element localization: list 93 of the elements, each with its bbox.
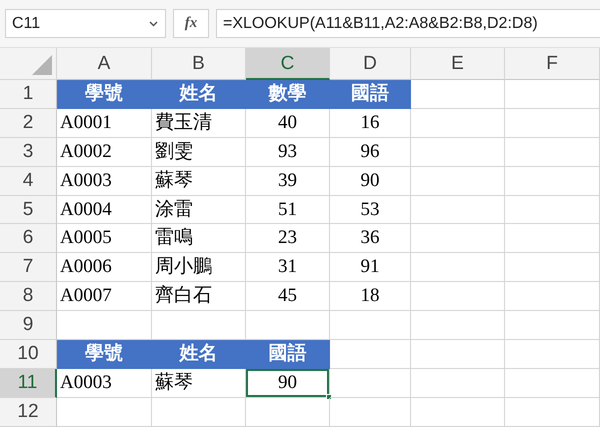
header-cell[interactable]: 學號 xyxy=(57,340,152,369)
table-cell[interactable] xyxy=(505,224,600,254)
row-header[interactable]: 6 xyxy=(0,224,57,254)
table-cell[interactable]: A0001 xyxy=(57,108,152,138)
column-header[interactable]: E xyxy=(411,48,505,80)
row-header[interactable]: 10 xyxy=(0,340,57,369)
table-cell[interactable] xyxy=(505,253,600,282)
table-cell[interactable]: A0003 xyxy=(57,166,152,196)
table-cell[interactable] xyxy=(505,340,600,369)
table-cell[interactable]: 16 xyxy=(330,108,411,138)
table-cell[interactable]: 91 xyxy=(330,253,411,282)
table-cell[interactable]: 雷鳴 xyxy=(152,224,246,254)
table-cell[interactable] xyxy=(505,368,600,398)
table-cell[interactable] xyxy=(505,80,600,109)
header-cell[interactable]: 學號 xyxy=(57,80,152,109)
table-cell[interactable] xyxy=(57,398,152,427)
table-cell[interactable] xyxy=(505,138,600,167)
row-header[interactable]: 4 xyxy=(0,166,57,196)
table-cell[interactable]: A0004 xyxy=(57,196,152,224)
insert-function-button[interactable]: fx xyxy=(173,9,209,38)
table-cell[interactable] xyxy=(411,138,505,167)
table-cell[interactable]: A0007 xyxy=(57,282,152,312)
column-header[interactable]: A xyxy=(57,48,152,80)
formula-bar[interactable]: =XLOOKUP(A11&B11,A2:A8&B2:B8,D2:D8) xyxy=(216,9,600,38)
table-cell[interactable]: 周小鵬 xyxy=(152,253,246,282)
table-cell[interactable] xyxy=(330,340,411,369)
table-cell[interactable]: 39 xyxy=(246,166,330,196)
table-cell[interactable]: 費玉清 xyxy=(152,108,246,138)
table-cell[interactable]: 90 xyxy=(246,368,330,398)
row-header[interactable]: 9 xyxy=(0,311,57,340)
table-cell[interactable]: 涂雷 xyxy=(152,196,246,224)
table-cell[interactable]: 36 xyxy=(330,224,411,254)
table-cell[interactable]: A0003 xyxy=(57,368,152,398)
column-header[interactable]: D xyxy=(330,48,411,80)
table-cell[interactable] xyxy=(411,340,505,369)
table-cell[interactable] xyxy=(411,166,505,196)
table-cell[interactable] xyxy=(505,166,600,196)
header-cell[interactable]: 姓名 xyxy=(152,340,246,369)
dropdown-caret-icon[interactable] xyxy=(149,21,158,27)
table-cell[interactable]: 93 xyxy=(246,138,330,167)
table-cell[interactable] xyxy=(411,196,505,224)
table-cell[interactable] xyxy=(411,253,505,282)
header-cell[interactable]: 數學 xyxy=(246,80,330,109)
column-header[interactable]: C xyxy=(246,48,330,80)
table-cell[interactable]: 53 xyxy=(330,196,411,224)
table-cell[interactable]: 40 xyxy=(246,108,330,138)
row-header[interactable]: 5 xyxy=(0,196,57,224)
table-cell[interactable]: A0006 xyxy=(57,253,152,282)
table-cell[interactable] xyxy=(411,398,505,427)
table-cell[interactable] xyxy=(246,398,330,427)
table-cell[interactable] xyxy=(505,311,600,340)
row-header[interactable]: 3 xyxy=(0,138,57,167)
table-cell[interactable] xyxy=(411,368,505,398)
table-cell[interactable] xyxy=(330,311,411,340)
table-cell[interactable] xyxy=(411,311,505,340)
table-cell[interactable]: 蘇琴 xyxy=(152,166,246,196)
table-cell[interactable]: 90 xyxy=(330,166,411,196)
table-cell[interactable] xyxy=(411,80,505,109)
select-all-triangle-icon[interactable] xyxy=(32,55,52,75)
row-header[interactable]: 7 xyxy=(0,253,57,282)
table-cell[interactable]: A0002 xyxy=(57,138,152,167)
name-box[interactable]: C11 xyxy=(5,9,166,38)
row-header[interactable]: 12 xyxy=(0,398,57,427)
table-cell[interactable] xyxy=(330,368,411,398)
table-cell[interactable]: 31 xyxy=(246,253,330,282)
table-cell[interactable] xyxy=(411,224,505,254)
table-cell[interactable]: 劉雯 xyxy=(152,138,246,167)
column-header[interactable]: F xyxy=(505,48,600,80)
row-header[interactable]: 8 xyxy=(0,282,57,312)
table-cell[interactable]: 齊白石 xyxy=(152,282,246,312)
table-cell[interactable] xyxy=(505,282,600,312)
table-cell[interactable] xyxy=(505,108,600,138)
table-cell[interactable]: 45 xyxy=(246,282,330,312)
table-cell[interactable]: 18 xyxy=(330,282,411,312)
table-cell[interactable]: 96 xyxy=(330,138,411,167)
table-cell[interactable]: 23 xyxy=(246,224,330,254)
table-cell[interactable] xyxy=(411,108,505,138)
header-cell[interactable]: 國語 xyxy=(246,340,330,369)
fill-handle[interactable] xyxy=(326,394,332,400)
row-header[interactable]: 1 xyxy=(0,80,57,109)
table-cell[interactable]: 51 xyxy=(246,196,330,224)
row-header[interactable]: 11 xyxy=(0,368,57,398)
table-cell[interactable]: 蘇琴 xyxy=(152,368,246,398)
table-cell[interactable] xyxy=(505,196,600,224)
row-header[interactable]: 2 xyxy=(0,108,57,138)
header-cell[interactable]: 姓名 xyxy=(152,80,246,109)
table-cell[interactable] xyxy=(505,398,600,427)
table-cell[interactable]: A0005 xyxy=(57,224,152,254)
column-header[interactable]: B xyxy=(152,48,246,80)
table-cell[interactable] xyxy=(152,398,246,427)
table-cell[interactable] xyxy=(411,282,505,312)
table-cell[interactable] xyxy=(330,398,411,427)
header-cell[interactable]: 國語 xyxy=(330,80,411,109)
